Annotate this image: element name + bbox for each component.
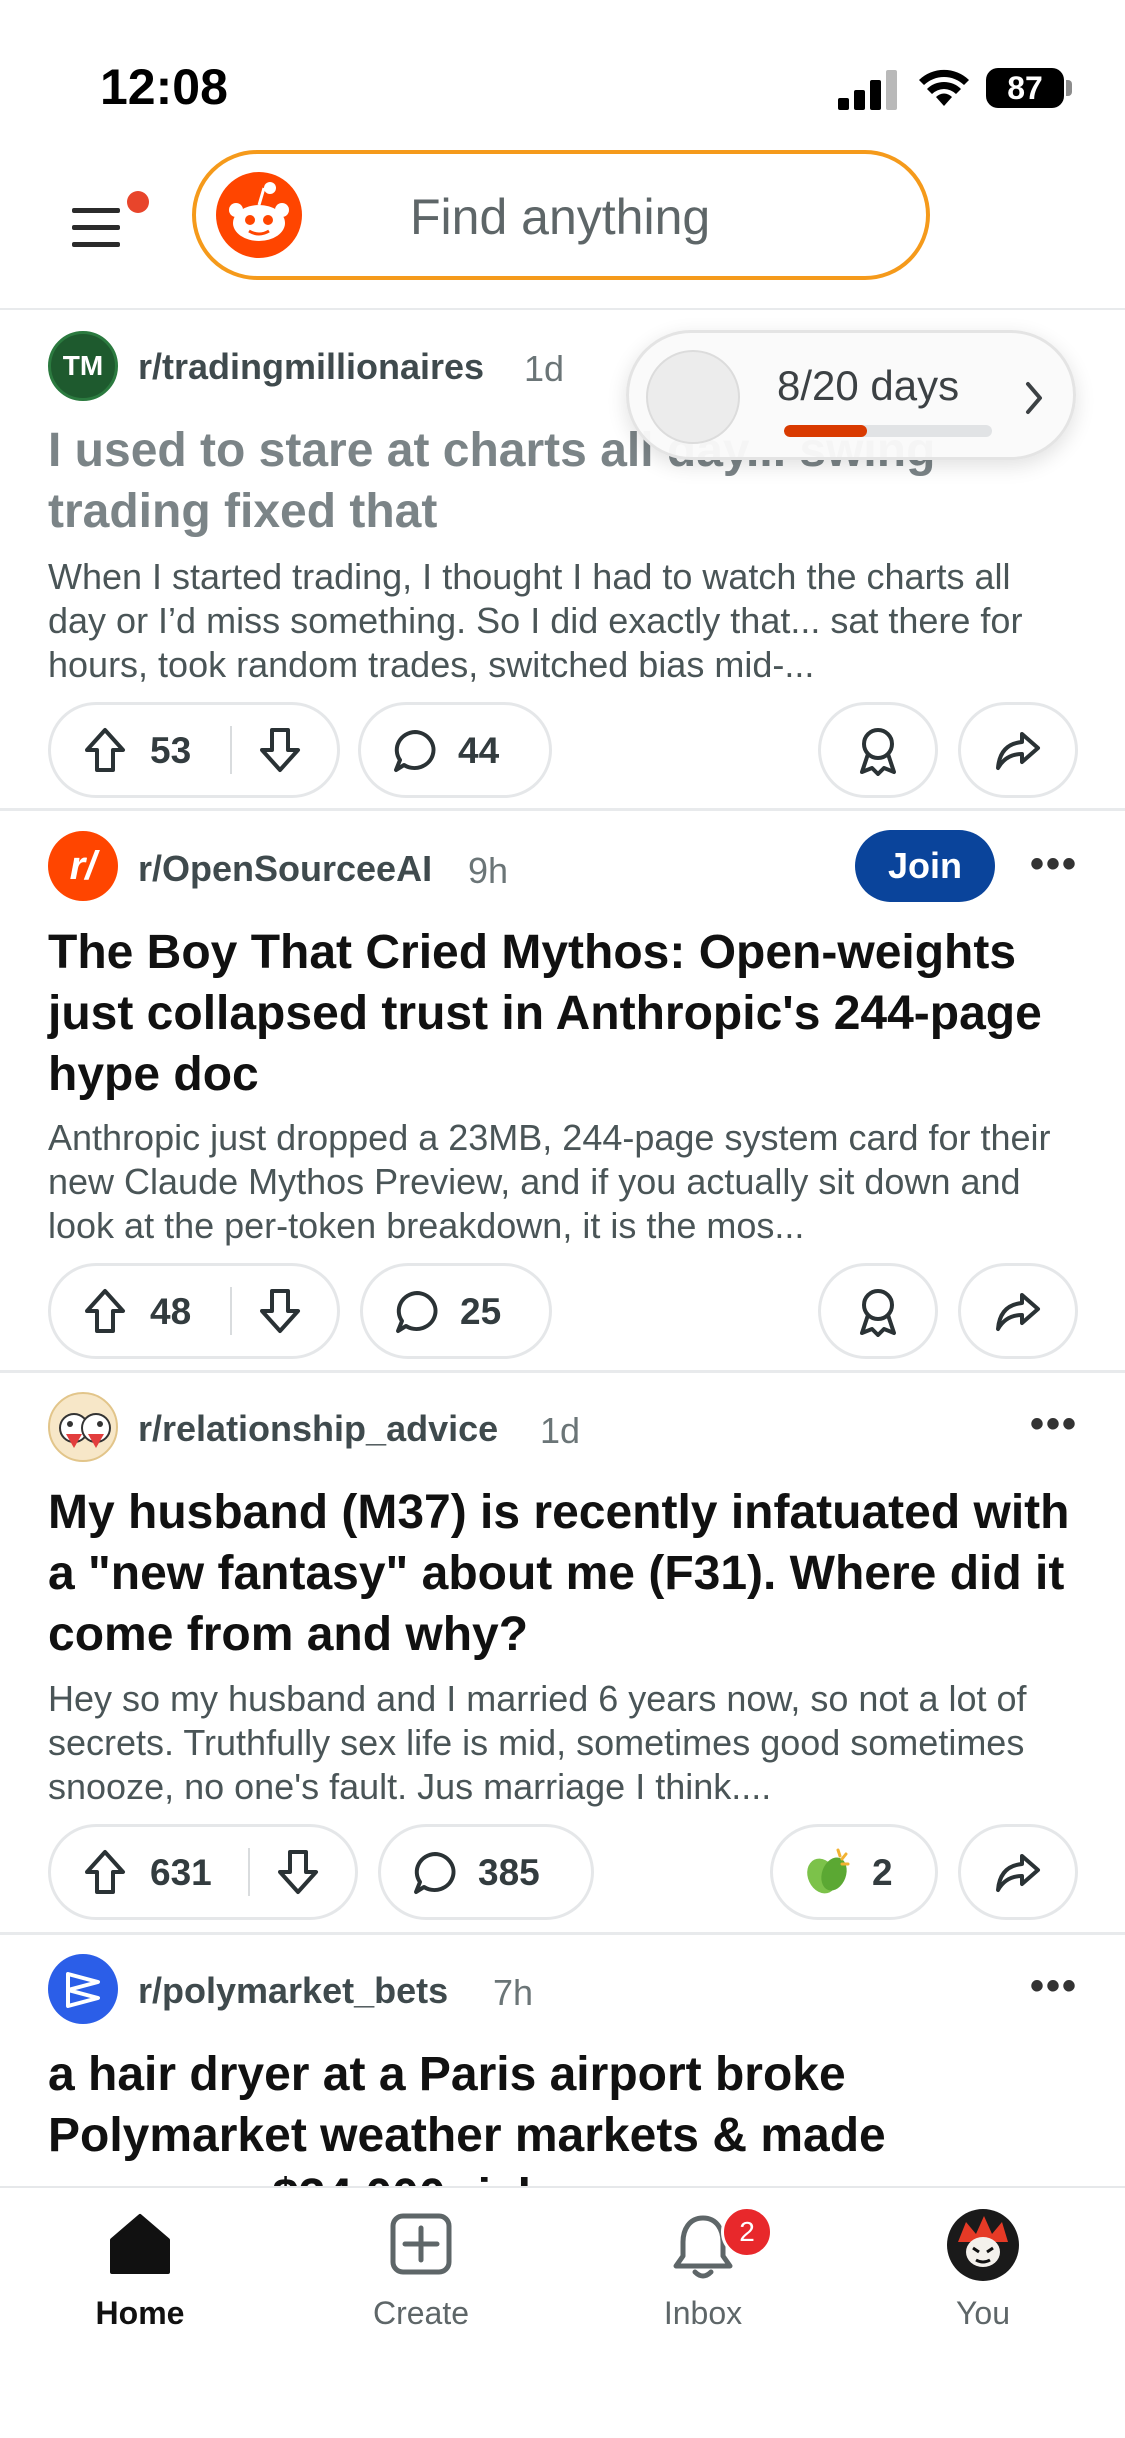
battery-indicator: 87 [986,68,1064,108]
subreddit-avatar[interactable] [48,1392,118,1462]
upvote-count: 48 [150,1291,192,1332]
streak-progress-fill [784,425,868,437]
post-divider [0,1932,1125,1935]
award-icon [860,728,896,776]
post-age: 9h [468,850,509,891]
comment-icon [396,1291,438,1333]
post-title[interactable]: My husband (M37) is recently infatuated … [48,1482,1078,1665]
subreddit-name[interactable]: r/OpenSourceeAI [138,848,432,890]
post-body-preview[interactable]: When I started trading, I thought I had … [48,555,1078,687]
inbox-badge: 2 [721,2206,773,2258]
home-icon [110,2214,170,2274]
relationship-advice-icon [59,1413,111,1448]
status-time: 12:08 [100,59,228,115]
share-icon [996,1854,1040,1892]
award-count: 2 [872,1852,893,1893]
downvote-icon[interactable] [276,1849,320,1895]
chevron-right-icon [1026,382,1042,414]
battery-tip [1066,80,1072,96]
nav-create-label: Create [372,2295,470,2331]
subreddit-name[interactable]: r/polymarket_bets [138,1970,448,2012]
post-title[interactable]: The Boy That Cried Mythos: Open-weights … [48,922,1078,1105]
upvote-count: 631 [150,1852,212,1893]
subreddit-avatar[interactable] [48,1954,118,2024]
post-age: 1d [524,348,565,389]
subreddit-avatar-text: r/ [69,844,97,888]
vote-divider [230,726,232,774]
streak-avatar [646,350,740,444]
award-icon [860,1289,896,1337]
subreddit-name[interactable]: r/tradingmillionaires [138,346,484,388]
post-age: 7h [493,1972,534,2013]
post-age: 1d [540,1410,581,1451]
subreddit-avatar[interactable]: r/ [48,831,118,901]
more-options-icon[interactable]: ••• [1030,1964,1078,2009]
post-body-preview[interactable]: Anthropic just dropped a 23MB, 244-page … [48,1116,1078,1248]
subreddit-avatar[interactable]: TM [48,331,118,401]
upvote-icon[interactable] [83,727,127,773]
nav-home-label: Home [95,2295,185,2331]
post-divider [0,1370,1125,1373]
comment-icon [394,730,436,772]
downvote-icon[interactable] [258,1288,302,1334]
award-clapping-hands-icon [807,1848,850,1894]
streak-days: 8/20 days [777,362,960,409]
comment-count: 44 [458,730,500,771]
post-body-preview[interactable]: Hey so my husband and I married 6 years … [48,1677,1078,1809]
header-divider [0,308,1125,310]
create-plus-icon [390,2213,452,2275]
vote-divider [248,1848,250,1896]
comment-count: 385 [478,1852,540,1893]
downvote-icon[interactable] [258,727,302,773]
nav-profile-label: You [956,2295,1010,2331]
more-options-icon[interactable]: ••• [1030,842,1078,887]
polymarket-logo-icon [66,1972,100,2008]
upvote-icon[interactable] [83,1849,127,1895]
reddit-logo-icon [216,172,302,258]
upvote-count: 53 [150,730,192,771]
comment-count: 25 [460,1291,502,1332]
share-icon [996,732,1040,770]
comments-button[interactable] [360,1263,552,1359]
menu-button[interactable] [60,190,160,260]
avatar [947,2209,1019,2281]
join-button[interactable]: Join [855,830,995,902]
post-divider [0,808,1125,811]
share-icon [996,1293,1040,1331]
subreddit-avatar-text: TM [62,350,104,381]
cellular-signal-icon [838,70,897,110]
upvote-icon[interactable] [83,1288,127,1334]
nav-inbox-label: Inbox [663,2295,743,2331]
streak-progress-track [784,425,992,437]
vote-divider [230,1287,232,1335]
hamburger-icon [72,191,149,247]
subreddit-name[interactable]: r/relationship_advice [138,1408,498,1450]
comment-icon [414,1852,456,1894]
more-options-icon[interactable]: ••• [1030,1402,1078,1447]
comments-button[interactable] [358,702,552,798]
wifi-icon [919,69,969,106]
search-placeholder: Find anything [410,189,711,245]
